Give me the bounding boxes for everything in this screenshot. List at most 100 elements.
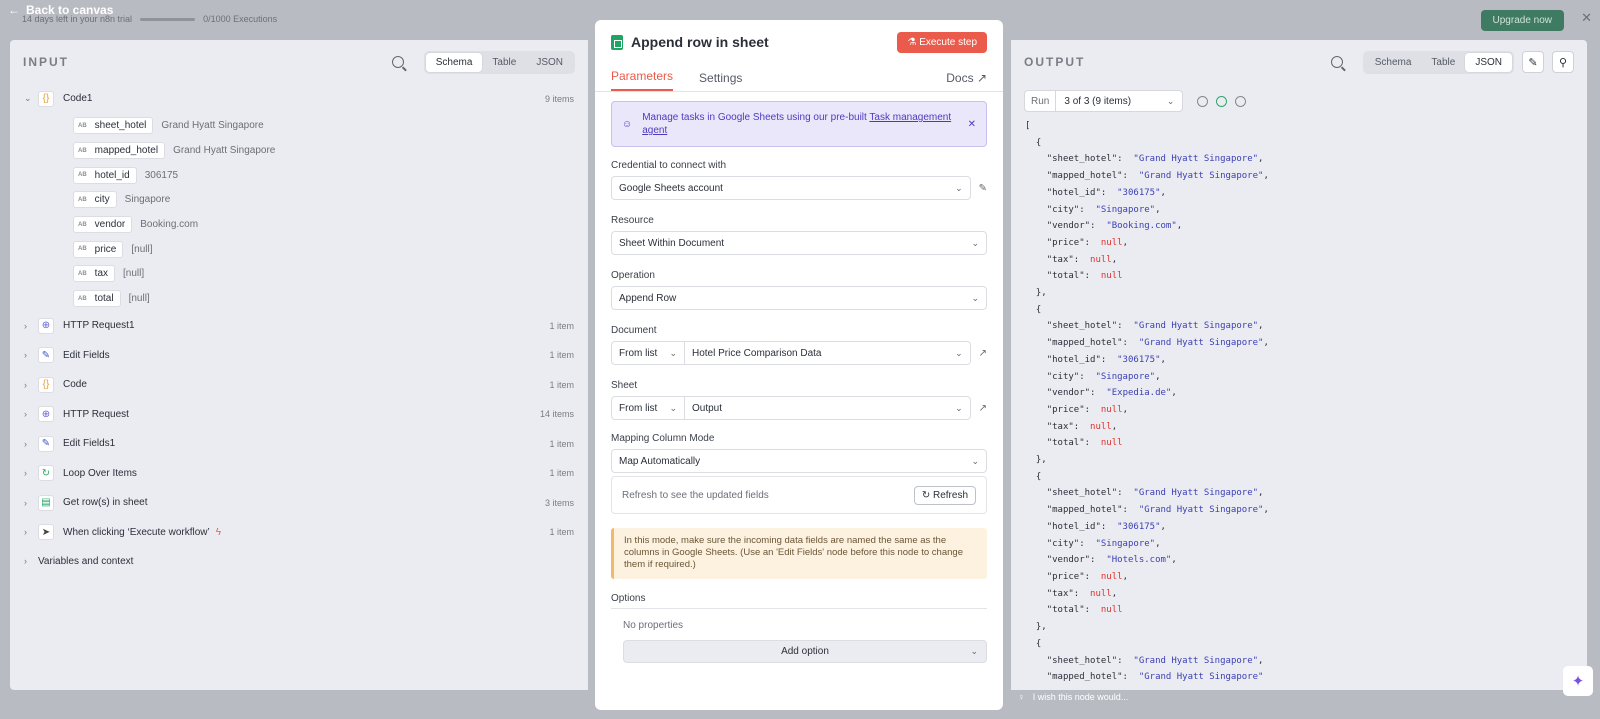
json-property: "city": "Singapore",	[1046, 371, 1161, 382]
sheet-row: From list ⌄ Output ⌄ ↗	[611, 396, 987, 420]
field-chip[interactable]: AB sheet_hotel	[73, 117, 154, 135]
document-select[interactable]: Hotel Price Comparison Data ⌄	[685, 341, 971, 365]
upgrade-button[interactable]: Upgrade now	[1480, 10, 1564, 31]
json-property: "price": null,	[1046, 237, 1128, 248]
node-name: Edit Fields1	[63, 438, 116, 450]
tab-json[interactable]: JSON	[1465, 52, 1512, 72]
close-icon[interactable]: ✕	[1581, 10, 1592, 26]
run-select[interactable]: Run 3 of 3 (9 items) ⌄	[1024, 90, 1184, 112]
tab-settings[interactable]: Settings	[699, 71, 742, 91]
input-view-switch: Schema Table JSON	[423, 50, 575, 74]
cursor-icon: ➤	[38, 524, 54, 541]
field-chip[interactable]: AB total	[73, 290, 121, 308]
json-brace: },	[1025, 288, 1047, 299]
chevron-right-icon[interactable]: ›	[24, 498, 38, 508]
sheet-select[interactable]: Output ⌄	[685, 396, 971, 420]
node-count: 1 item	[549, 438, 574, 449]
variables-and-context[interactable]: › Variables and context	[24, 547, 574, 575]
edit-output-button[interactable]: ✎	[1522, 51, 1544, 73]
trial-text: 14 days left in your n8n trial	[22, 14, 133, 24]
external-link-icon[interactable]: ↗	[979, 403, 987, 414]
field-value: [null]	[131, 243, 153, 255]
field-chip[interactable]: AB hotel_id	[73, 166, 137, 184]
input-header: INPUT Schema Table JSON	[10, 40, 588, 84]
json-property: "sheet_hotel": "Grand Hyatt Singapore",	[1046, 154, 1264, 165]
execute-label: Execute step	[919, 36, 977, 48]
tab-table[interactable]: Table	[482, 53, 526, 72]
refresh-button[interactable]: ↻ Refresh	[913, 485, 976, 505]
tab-table[interactable]: Table	[1421, 53, 1465, 72]
node-get-rows-in-sheet[interactable]: › ▤ Get row(s) in sheet 3 items	[24, 488, 574, 518]
field-chip[interactable]: AB city	[73, 191, 117, 209]
node-edit-fields[interactable]: › ✎ Edit Fields 1 item	[24, 341, 574, 371]
credential-select[interactable]: Google Sheets account ⌄	[611, 176, 971, 200]
chevron-right-icon[interactable]: ›	[24, 527, 38, 537]
node-loop-over-items[interactable]: › ↻ Loop Over Items 1 item	[24, 459, 574, 489]
node-count: 1 item	[549, 379, 574, 390]
json-property: "tax": null,	[1046, 254, 1118, 265]
node-count: 9 items	[544, 93, 574, 104]
tab-schema[interactable]: Schema	[425, 52, 483, 72]
field-value: [null]	[123, 268, 145, 280]
schema-field[interactable]: AB vendor Booking.com	[24, 212, 574, 237]
link-runs-icon[interactable]	[1197, 95, 1209, 107]
schema-field[interactable]: AB price [null]	[24, 237, 574, 262]
field-chip[interactable]: AB tax	[73, 265, 116, 283]
schema-field[interactable]: AB tax [null]	[24, 262, 574, 287]
schema-field[interactable]: AB hotel_id 306175	[24, 163, 574, 188]
field-chip[interactable]: AB price	[73, 240, 124, 258]
tab-schema[interactable]: Schema	[1365, 53, 1422, 72]
node-edit-fields1[interactable]: › ✎ Edit Fields1 1 item	[24, 429, 574, 459]
chevron-right-icon[interactable]: ›	[24, 380, 38, 390]
pin-data-button[interactable]: ⚲	[1552, 51, 1574, 73]
pencil-icon[interactable]: ✎	[979, 183, 987, 194]
node-count: 1 item	[549, 350, 574, 361]
node-code[interactable]: › {} Code 1 item	[24, 370, 574, 400]
close-icon[interactable]: ✕	[968, 119, 976, 130]
chevron-right-icon[interactable]: ›	[24, 409, 38, 419]
chevron-right-icon[interactable]: ›	[24, 556, 38, 566]
external-link-icon[interactable]: ↗	[979, 348, 987, 359]
google-sheets-icon: ▤	[38, 494, 54, 511]
chevron-right-icon[interactable]: ›	[24, 468, 38, 478]
feedback-prompt[interactable]: ♀ I wish this node would...	[1018, 692, 1128, 702]
info-icon[interactable]	[1235, 95, 1247, 107]
credential-row: Google Sheets account ⌄ ✎	[611, 176, 987, 200]
node-code1[interactable]: ⌄ {} Code1 9 items	[24, 84, 574, 114]
schema-field[interactable]: AB mapped_hotel Grand Hyatt Singapore	[24, 138, 574, 163]
node-http-request[interactable]: › ⊕ HTTP Request 14 items	[24, 400, 574, 430]
json-property: "total": null	[1046, 605, 1123, 616]
ai-assistant-button[interactable]: ✦	[1563, 666, 1593, 696]
resource-select[interactable]: Sheet Within Document ⌄	[611, 231, 987, 255]
field-key: sheet_hotel	[94, 120, 147, 132]
chevron-down-icon: ⌄	[669, 402, 677, 413]
chevron-right-icon[interactable]: ›	[24, 321, 38, 331]
field-chip[interactable]: AB mapped_hotel	[73, 142, 166, 160]
field-value: Grand Hyatt Singapore	[173, 145, 276, 157]
node-title[interactable]: Append row in sheet	[631, 34, 897, 50]
search-icon[interactable]	[391, 56, 404, 68]
execute-step-button[interactable]: ⚗ Execute step	[897, 31, 987, 53]
document-mode-select[interactable]: From list ⌄	[611, 341, 685, 365]
chevron-right-icon[interactable]: ›	[24, 439, 38, 449]
operation-select[interactable]: Append Row ⌄	[611, 286, 987, 310]
search-icon[interactable]	[1330, 56, 1343, 68]
node-count: 14 items	[539, 409, 574, 420]
schema-field[interactable]: AB total [null]	[24, 286, 574, 311]
add-option-button[interactable]: Add option ⌄	[623, 640, 987, 663]
docs-link[interactable]: Docs ↗	[946, 71, 987, 91]
schema-field[interactable]: AB sheet_hotel Grand Hyatt Singapore	[24, 114, 574, 139]
chevron-down-icon[interactable]: ⌄	[24, 93, 38, 104]
chevron-right-icon[interactable]: ›	[24, 350, 38, 360]
promo-message: Manage tasks in Google Sheets using our …	[642, 112, 870, 123]
tab-json[interactable]: JSON	[526, 53, 573, 72]
node-manual-trigger[interactable]: › ➤ When clicking ‘Execute workflow’ ϟ 1…	[24, 518, 574, 548]
schema-field[interactable]: AB city Singapore	[24, 188, 574, 213]
mapping-mode-select[interactable]: Map Automatically ⌄	[611, 449, 987, 473]
field-key: vendor	[94, 219, 126, 231]
field-chip[interactable]: AB vendor	[73, 216, 133, 234]
json-property: "sheet_hotel": "Grand Hyatt Singapore",	[1046, 655, 1264, 666]
tab-parameters[interactable]: Parameters	[611, 69, 674, 91]
node-http-request1[interactable]: › ⊕ HTTP Request1 1 item	[24, 311, 574, 341]
sheet-mode-select[interactable]: From list ⌄	[611, 396, 685, 420]
